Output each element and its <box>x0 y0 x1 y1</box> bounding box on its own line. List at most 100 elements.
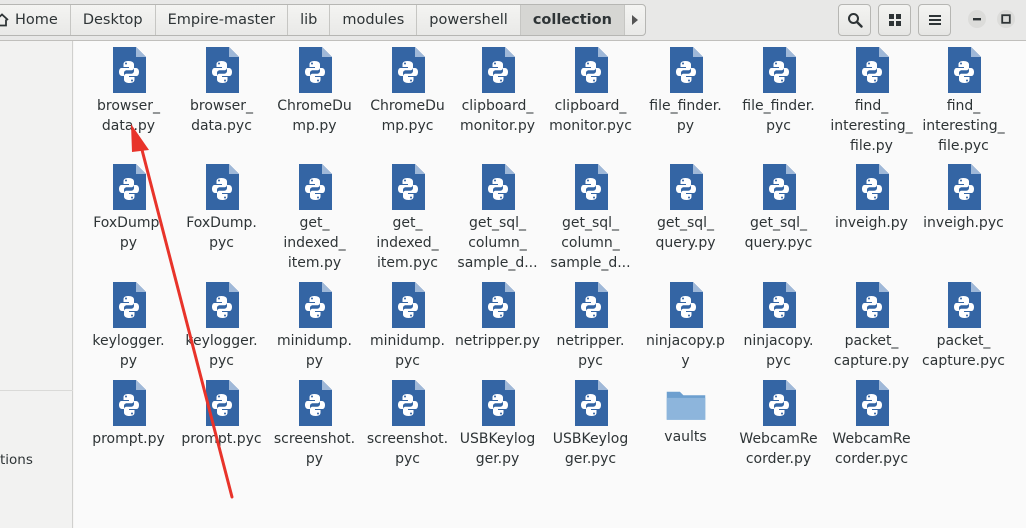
python-file-icon <box>481 282 515 328</box>
breadcrumb-label: lib <box>300 12 318 28</box>
breadcrumb-item[interactable]: Home <box>0 5 71 35</box>
file-item[interactable]: keylogger. py <box>82 281 175 371</box>
python-file-icon <box>481 47 515 93</box>
file-item[interactable]: FoxDump. py <box>82 163 175 253</box>
python-file-icon <box>762 164 796 210</box>
search-button[interactable] <box>838 4 871 36</box>
file-item[interactable]: netripper.py <box>451 281 544 351</box>
file-name-label: WebcamRe corder.py <box>739 431 818 467</box>
breadcrumb-next-button[interactable] <box>625 5 645 35</box>
file-item[interactable]: get_ indexed_ item.py <box>268 163 361 273</box>
sidebar: tions <box>0 41 73 528</box>
file-item[interactable]: packet_ capture.py <box>825 281 918 371</box>
file-item[interactable]: get_sql_ column_ sample_d... <box>544 163 637 273</box>
python-file-icon <box>112 164 146 210</box>
file-name-label: packet_ capture.py <box>833 333 910 369</box>
python-file-icon <box>298 164 332 210</box>
view-toggle-button[interactable] <box>878 4 911 36</box>
breadcrumb-label: powershell <box>429 12 508 28</box>
search-icon <box>847 13 863 28</box>
file-name-label: screenshot. py <box>273 431 356 467</box>
python-file-icon <box>298 47 332 93</box>
file-item[interactable]: prompt.py <box>82 379 175 449</box>
file-name-label: netripper. pyc <box>556 333 625 369</box>
file-item[interactable]: prompt.pyc <box>175 379 268 449</box>
file-item[interactable]: find_ interesting_ file.py <box>825 46 918 156</box>
file-item[interactable]: minidump. pyc <box>361 281 454 371</box>
file-name-label: FoxDump. py <box>93 215 164 251</box>
breadcrumb-item[interactable]: modules <box>330 5 418 35</box>
menu-button[interactable] <box>918 4 951 36</box>
file-name-label: ChromeDu mp.py <box>277 98 352 134</box>
breadcrumb-item[interactable]: powershell <box>417 5 521 35</box>
file-item[interactable]: clipboard_ monitor.pyc <box>544 46 637 136</box>
python-file-icon <box>481 380 515 426</box>
grid-view-icon <box>888 14 901 26</box>
file-item[interactable]: find_ interesting_ file.pyc <box>917 46 1010 156</box>
file-name-label: ChromeDu mp.pyc <box>370 98 445 134</box>
sidebar-item-label[interactable]: tions <box>0 452 70 468</box>
breadcrumb-item[interactable]: Desktop <box>71 5 156 35</box>
file-item[interactable]: inveigh.py <box>825 163 918 233</box>
file-item[interactable]: WebcamRe corder.pyc <box>825 379 918 469</box>
python-file-icon <box>855 47 889 93</box>
minimize-button[interactable] <box>968 10 986 28</box>
file-item[interactable]: ninjacopy.py <box>639 281 732 371</box>
file-name-label: browser_ data.pyc <box>189 98 253 134</box>
file-name-label: get_ indexed_ item.py <box>283 215 346 271</box>
file-name-label: minidump. pyc <box>369 333 446 369</box>
breadcrumb-label: Desktop <box>82 12 143 28</box>
file-name-label: inveigh.py <box>835 215 908 231</box>
file-item[interactable]: get_sql_ query.py <box>639 163 732 253</box>
file-item[interactable]: minidump. py <box>268 281 361 371</box>
breadcrumb-item[interactable]: collection <box>520 5 625 35</box>
file-item[interactable]: file_finder. pyc <box>732 46 825 136</box>
folder-item[interactable]: vaults <box>639 379 732 447</box>
breadcrumb-label: collection <box>532 12 612 28</box>
file-name-label: keylogger. py <box>92 333 165 369</box>
file-item[interactable]: keylogger. pyc <box>175 281 268 371</box>
file-name-label: USBKeylog ger.pyc <box>552 431 629 467</box>
python-file-icon <box>762 380 796 426</box>
file-item[interactable]: netripper. pyc <box>544 281 637 371</box>
file-item[interactable]: get_ indexed_ item.pyc <box>361 163 454 273</box>
breadcrumb-item[interactable]: lib <box>288 5 331 35</box>
file-name-label: get_sql_ query.pyc <box>744 215 813 251</box>
file-item[interactable]: ninjacopy. pyc <box>732 281 825 371</box>
file-item[interactable]: get_sql_ query.pyc <box>732 163 825 253</box>
file-item[interactable]: get_sql_ column_ sample_d... <box>451 163 544 273</box>
breadcrumb-label: Empire-master <box>167 12 276 28</box>
file-name-label: clipboard_ monitor.py <box>459 98 536 134</box>
file-item[interactable]: USBKeylog ger.py <box>451 379 544 469</box>
file-item[interactable]: ChromeDu mp.py <box>268 46 361 136</box>
file-item[interactable]: FoxDump. pyc <box>175 163 268 253</box>
python-file-icon <box>205 164 239 210</box>
file-item[interactable]: packet_ capture.pyc <box>917 281 1010 371</box>
file-item[interactable]: browser_ data.py <box>82 46 175 136</box>
file-item[interactable]: ChromeDu mp.pyc <box>361 46 454 136</box>
file-item[interactable]: inveigh.pyc <box>917 163 1010 233</box>
file-name-label: file_finder. pyc <box>742 98 815 134</box>
python-file-icon <box>574 282 608 328</box>
file-name-label: ninjacopy.py <box>646 333 725 369</box>
python-file-icon <box>298 380 332 426</box>
file-item[interactable]: screenshot. pyc <box>361 379 454 469</box>
file-item[interactable]: screenshot. py <box>268 379 361 469</box>
python-file-icon <box>112 282 146 328</box>
file-item[interactable]: clipboard_ monitor.py <box>451 46 544 136</box>
file-item[interactable]: WebcamRe corder.py <box>732 379 825 469</box>
minimize-icon <box>973 18 981 21</box>
python-file-icon <box>855 164 889 210</box>
file-item[interactable]: browser_ data.pyc <box>175 46 268 136</box>
breadcrumb-item[interactable]: Empire-master <box>156 5 289 35</box>
python-file-icon <box>669 282 703 328</box>
maximize-button[interactable] <box>997 10 1015 28</box>
file-name-label: get_sql_ query.py <box>655 215 716 251</box>
python-file-icon <box>762 47 796 93</box>
file-item[interactable]: file_finder. py <box>639 46 732 136</box>
python-file-icon <box>574 164 608 210</box>
folder-icon <box>666 391 705 420</box>
file-item[interactable]: USBKeylog ger.pyc <box>544 379 637 469</box>
file-name-label: prompt.py <box>92 431 165 447</box>
file-name-label: WebcamRe corder.pyc <box>832 431 911 467</box>
